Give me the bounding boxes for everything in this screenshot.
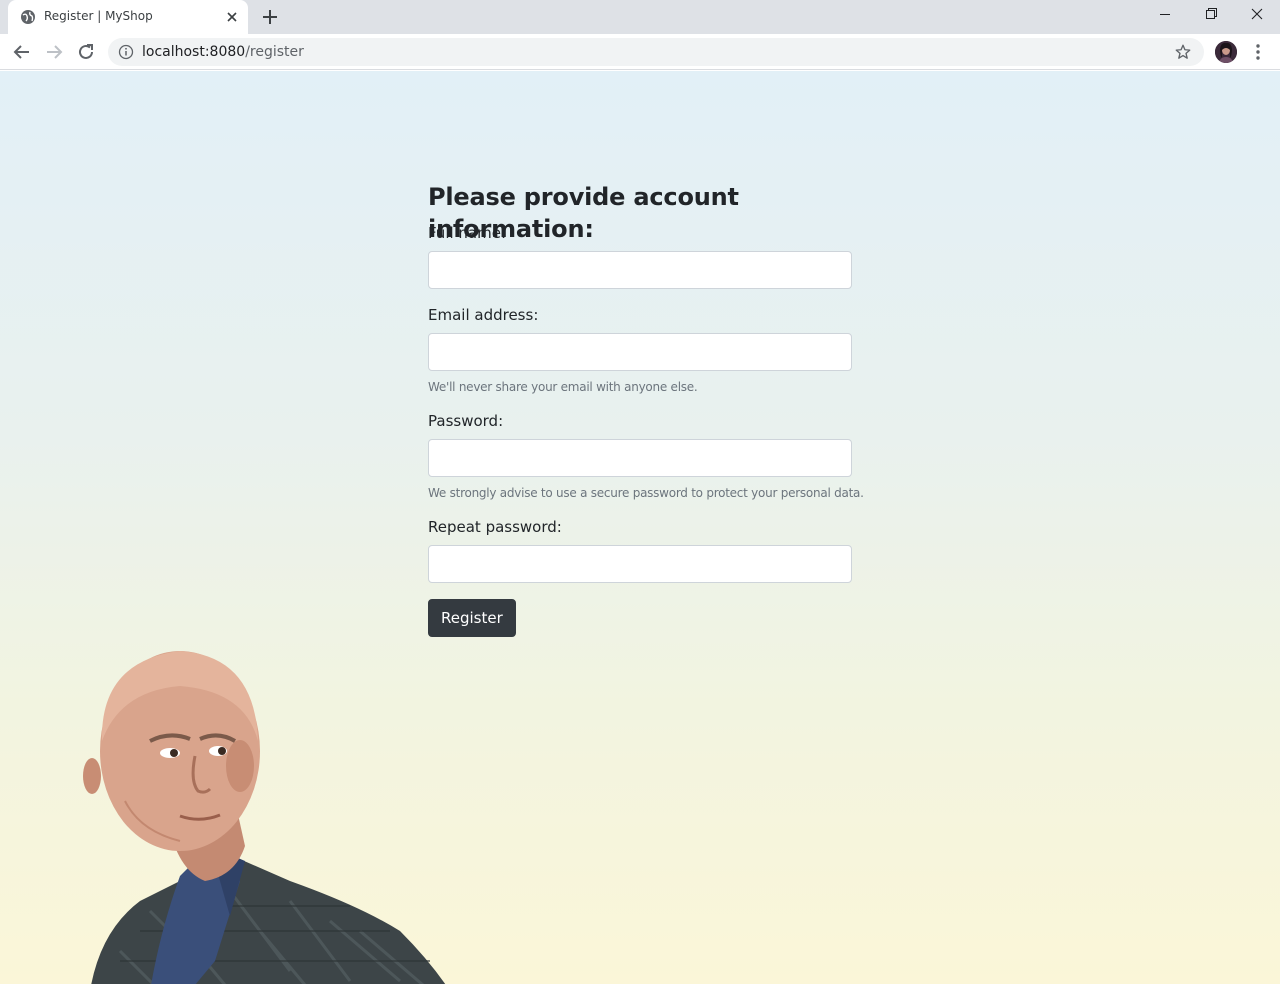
kebab-menu-icon[interactable]	[1248, 42, 1268, 62]
full-name-group: Full name:	[428, 223, 852, 289]
browser-toolbar: localhost:8080/register	[0, 34, 1280, 70]
password-input[interactable]	[428, 439, 852, 477]
portrait-image	[83, 651, 446, 984]
tab-strip: Register | MyShop	[0, 0, 1280, 34]
full-name-input[interactable]	[428, 251, 852, 289]
url-host: localhost:8080	[142, 44, 246, 60]
window-close-icon[interactable]	[1234, 0, 1280, 30]
password-help-text: We strongly advise to use a secure passw…	[428, 486, 864, 500]
register-form: Please provide account information: Full…	[428, 181, 864, 637]
plus-icon[interactable]	[258, 5, 282, 29]
full-name-label: Full name:	[428, 224, 507, 242]
close-icon[interactable]	[224, 9, 240, 25]
forward-icon[interactable]	[42, 40, 66, 64]
password-group: Password: We strongly advise to use a se…	[428, 411, 864, 501]
reload-icon[interactable]	[74, 40, 98, 64]
password-label: Password:	[428, 412, 504, 430]
url-path: /register	[245, 44, 304, 60]
repeat-password-group: Repeat password:	[428, 517, 852, 583]
globe-icon	[21, 10, 35, 24]
page-title: Please provide account information:	[428, 183, 739, 243]
tab-title: Register | MyShop	[44, 9, 153, 23]
avatar[interactable]	[1215, 41, 1237, 63]
email-help-text: We'll never share your email with anyone…	[428, 380, 698, 394]
email-group: Email address: We'll never share your em…	[428, 305, 852, 395]
minimize-icon[interactable]	[1142, 0, 1188, 30]
browser-tab[interactable]: Register | MyShop	[8, 0, 248, 34]
restore-icon[interactable]	[1188, 0, 1234, 30]
star-icon[interactable]	[1174, 43, 1192, 61]
info-icon[interactable]	[118, 44, 134, 60]
repeat-password-label: Repeat password:	[428, 518, 562, 536]
page-content: Please provide account information: Full…	[0, 71, 1280, 984]
back-icon[interactable]	[10, 40, 34, 64]
url-text[interactable]: localhost:8080/register	[142, 44, 304, 60]
profile-avatar-icon	[1215, 41, 1237, 63]
email-label: Email address:	[428, 306, 539, 324]
email-input[interactable]	[428, 333, 852, 371]
repeat-password-input[interactable]	[428, 545, 852, 583]
address-bar[interactable]: localhost:8080/register	[108, 38, 1204, 66]
